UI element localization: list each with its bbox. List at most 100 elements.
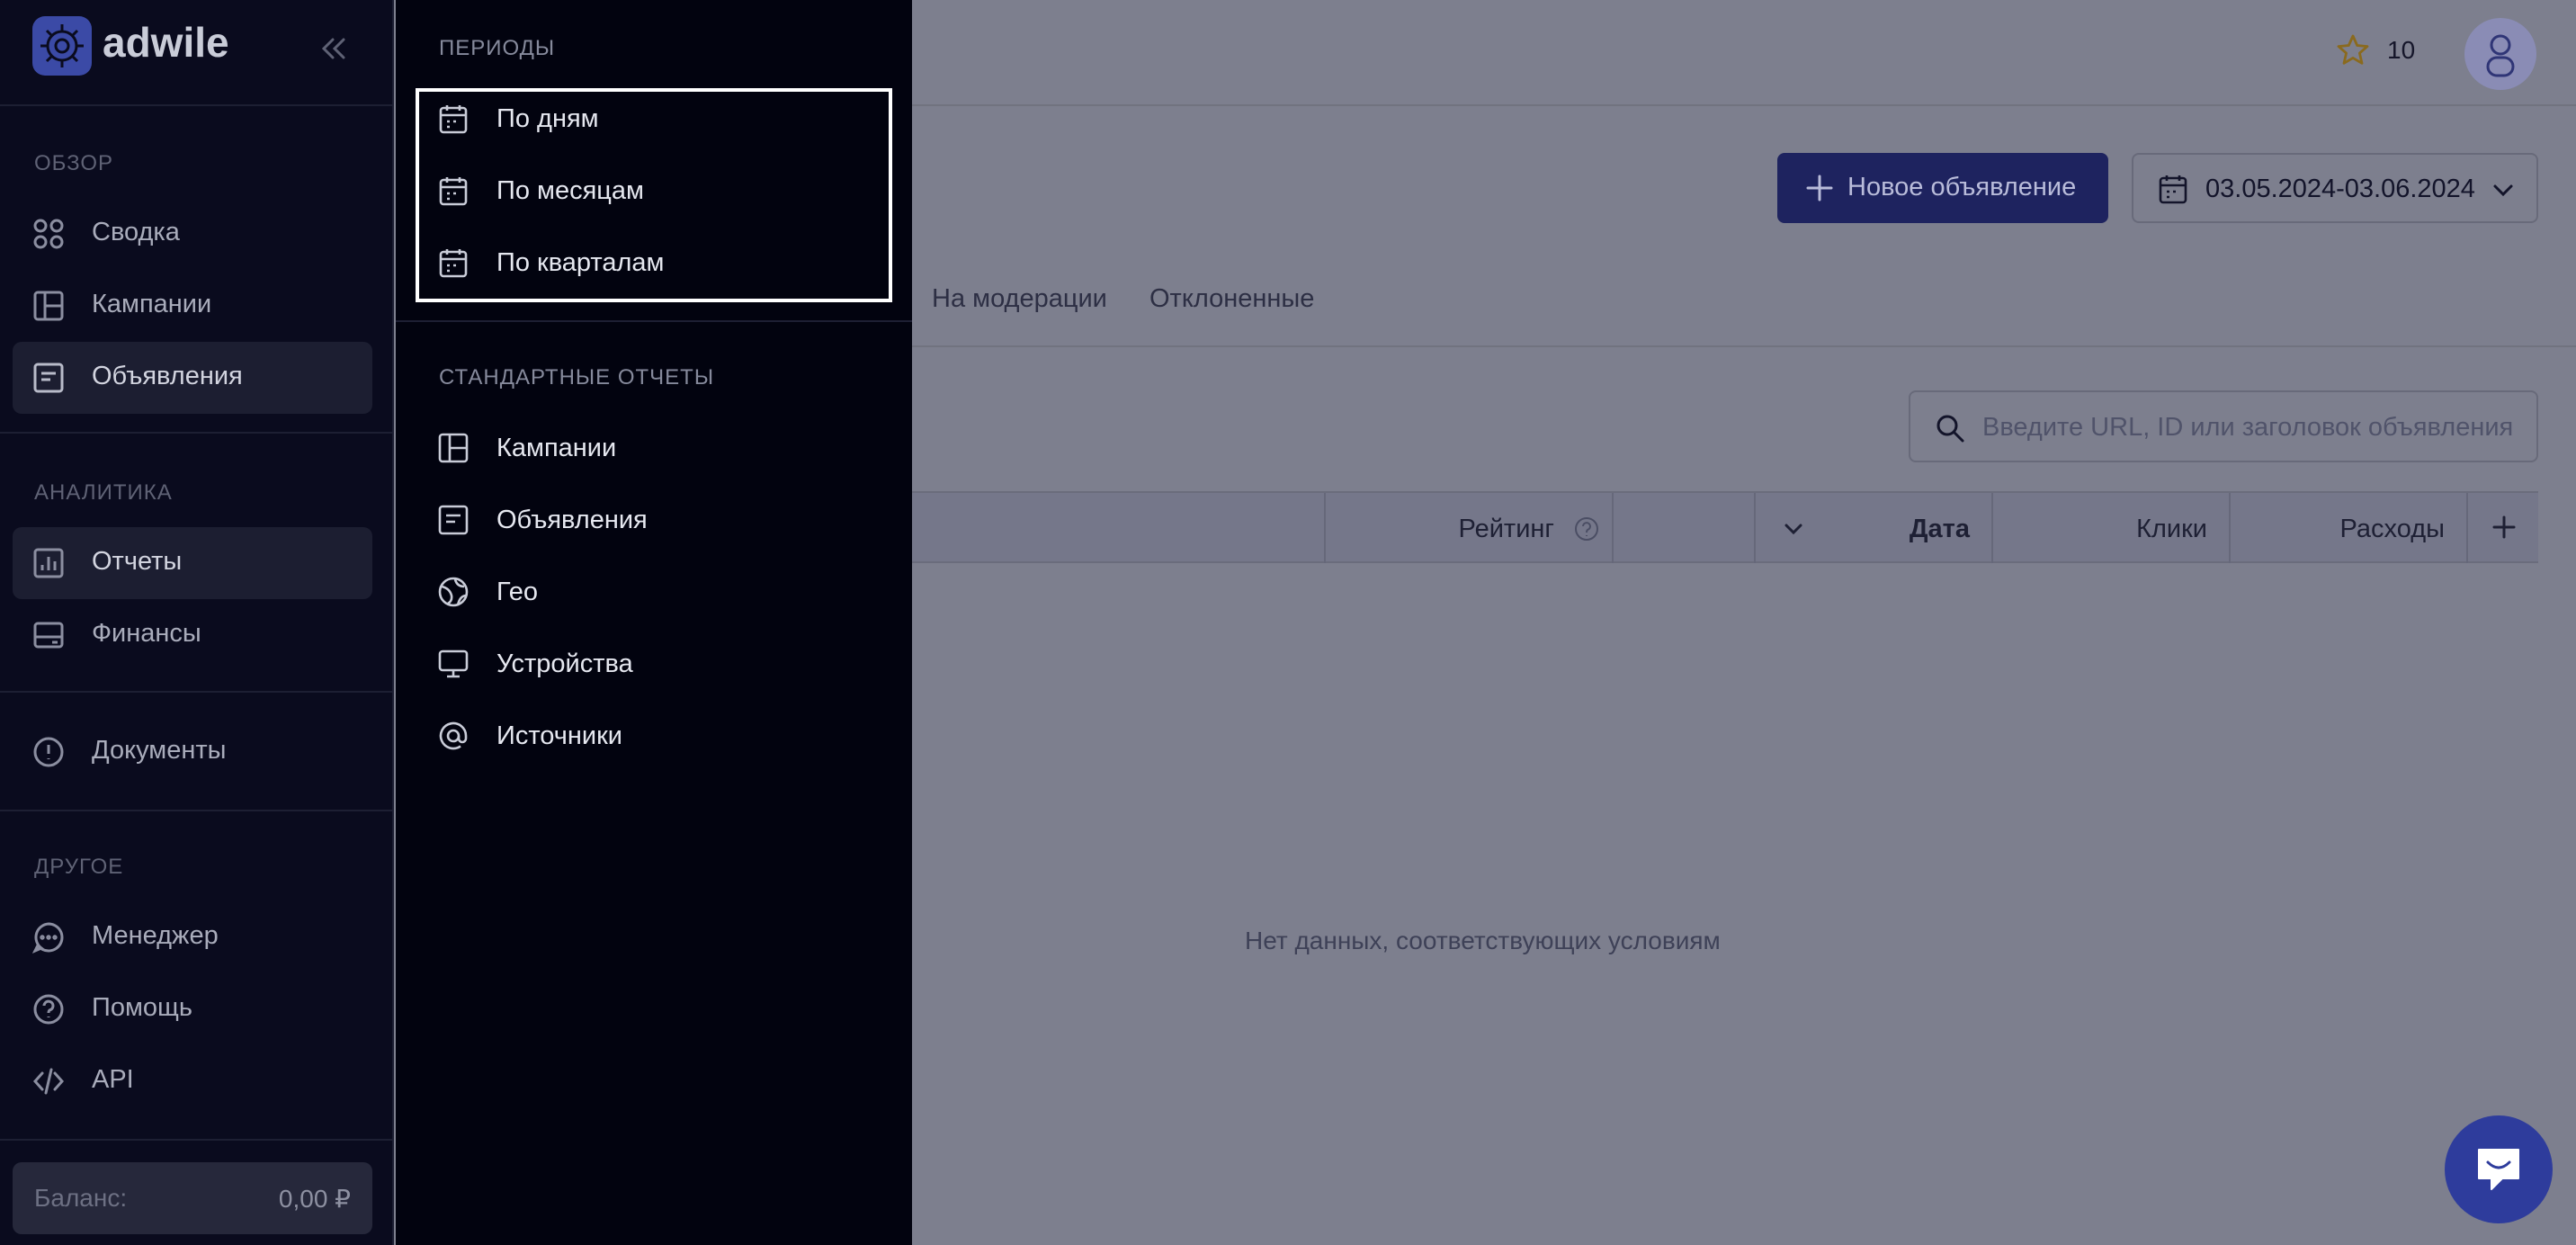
plus-icon [2492, 515, 2516, 539]
empty-state-message: Нет данных, соответствующих условиям [1245, 927, 1721, 954]
layout-icon [438, 433, 469, 463]
code-icon [32, 1068, 65, 1095]
document-icon [438, 505, 469, 535]
chart-icon [33, 548, 64, 578]
balance-label: Баланс: [34, 1184, 128, 1212]
sidebar: adwile ОБЗОР Сводка Кампании Объявления … [0, 0, 394, 1245]
column-label: Рейтинг [1458, 515, 1554, 543]
menu-item-label: Устройства [496, 649, 633, 678]
divider [0, 810, 394, 811]
stars-count: 10 [2387, 36, 2416, 64]
column-empty [1612, 493, 1754, 563]
sidebar-item-manager[interactable]: Менеджер [13, 901, 372, 973]
main-content: 10 Новое объявление 03.05.2024-03.06.202… [912, 0, 2576, 1245]
balance-value: 0,00 ₽ [278, 1185, 351, 1213]
section-label-other: ДРУГОЕ [34, 855, 124, 879]
sidebar-item-label: Менеджер [92, 921, 219, 950]
status-tabs: На модерации Отклоненные [912, 279, 2576, 347]
sidebar-item-reports[interactable]: Отчеты [13, 527, 372, 599]
alert-circle-icon [33, 737, 64, 767]
support-chat-button[interactable] [2445, 1115, 2553, 1223]
report-campaigns[interactable]: Кампании [437, 423, 887, 473]
monitor-icon [438, 649, 469, 678]
sidebar-item-api[interactable]: API [13, 1045, 372, 1117]
adwile-logo-icon [32, 16, 92, 76]
search-icon [1936, 415, 1964, 443]
avatar[interactable] [2464, 18, 2536, 90]
sidebar-item-summary[interactable]: Сводка [13, 198, 372, 270]
calendar-icon [439, 249, 468, 278]
divider [0, 691, 394, 693]
column-rating[interactable]: Рейтинг [1324, 493, 1612, 563]
column-date[interactable]: Дата [1754, 493, 1991, 563]
report-by-months[interactable]: По месяцам [437, 166, 887, 216]
column-label: Расходы [2339, 515, 2445, 543]
menu-item-label: По месяцам [496, 176, 644, 205]
report-geo[interactable]: Гео [437, 567, 887, 617]
grid-circles-icon [33, 219, 64, 249]
column-spend[interactable]: Расходы [2229, 493, 2466, 563]
collapse-sidebar-icon[interactable] [317, 32, 349, 65]
topbar: 10 [912, 0, 2576, 106]
sidebar-item-label: Отчеты [92, 547, 183, 576]
column-label: Клики [2136, 515, 2207, 543]
new-ad-label: Новое объявление [1847, 173, 2077, 202]
sidebar-item-label: API [92, 1065, 134, 1094]
menu-item-label: Гео [496, 578, 539, 606]
new-ad-button[interactable]: Новое объявление [1777, 153, 2108, 223]
reports-menu: ПЕРИОДЫ По дням По месяцам По кварталам … [396, 0, 912, 1245]
calendar-icon [439, 177, 468, 206]
tab-moderation[interactable]: На модерации [932, 284, 1107, 314]
sidebar-item-finance[interactable]: Финансы [13, 599, 372, 671]
sidebar-item-label: Сводка [92, 218, 180, 246]
globe-icon [438, 577, 469, 607]
sidebar-item-ads[interactable]: Объявления [13, 342, 372, 414]
section-label-analytics: АНАЛИТИКА [34, 480, 173, 505]
report-by-quarters[interactable]: По кварталам [437, 237, 887, 288]
at-icon [439, 721, 468, 750]
tab-rejected[interactable]: Отклоненные [1149, 284, 1314, 314]
search-box[interactable] [1909, 390, 2538, 462]
report-by-days[interactable]: По дням [437, 94, 887, 144]
sidebar-item-help[interactable]: Помощь [13, 973, 372, 1045]
divider [0, 432, 394, 434]
chevron-down-icon[interactable] [1781, 516, 1806, 542]
date-range-value: 03.05.2024-03.06.2024 [2205, 175, 2475, 203]
star-icon[interactable] [2335, 32, 2371, 68]
logo-row: adwile [0, 0, 394, 106]
menu-item-label: По дням [496, 104, 599, 133]
column-label: Дата [1909, 515, 1970, 543]
periods-header: ПЕРИОДЫ [439, 36, 556, 60]
calendar-icon [439, 105, 468, 134]
calendar-icon [2159, 175, 2187, 204]
standard-reports-header: СТАНДАРТНЫЕ ОТЧЕТЫ [439, 365, 715, 390]
column-clicks[interactable]: Клики [1991, 493, 2229, 563]
report-devices[interactable]: Устройства [437, 639, 887, 689]
date-range-picker[interactable]: 03.05.2024-03.06.2024 [2132, 153, 2538, 223]
report-ads[interactable]: Объявления [437, 495, 887, 545]
chat-bubble-icon [2478, 1149, 2519, 1190]
divider [0, 1139, 394, 1141]
help-icon[interactable] [1574, 516, 1599, 542]
divider [396, 320, 912, 322]
chevron-down-icon [2493, 184, 2513, 197]
plus-icon [1806, 175, 1833, 202]
menu-item-label: Источники [496, 721, 623, 750]
brand-name: adwile [103, 19, 229, 66]
help-icon [33, 994, 64, 1025]
report-sources[interactable]: Источники [437, 711, 887, 761]
add-column-button[interactable] [2466, 493, 2538, 563]
menu-item-label: Кампании [496, 434, 617, 462]
table-header: Рейтинг Дата Клики Расходы [912, 491, 2538, 563]
chat-icon [32, 922, 64, 954]
sidebar-item-documents[interactable]: Документы [13, 716, 372, 788]
sidebar-item-label: Объявления [92, 362, 243, 390]
section-label-overview: ОБЗОР [34, 151, 114, 175]
sidebar-item-label: Документы [92, 736, 227, 765]
menu-item-label: Объявления [496, 506, 648, 534]
menu-item-label: По кварталам [496, 248, 665, 277]
sidebar-item-campaigns[interactable]: Кампании [13, 270, 372, 342]
search-input[interactable] [1982, 408, 2513, 446]
layout-icon [33, 291, 64, 321]
document-icon [33, 363, 64, 393]
